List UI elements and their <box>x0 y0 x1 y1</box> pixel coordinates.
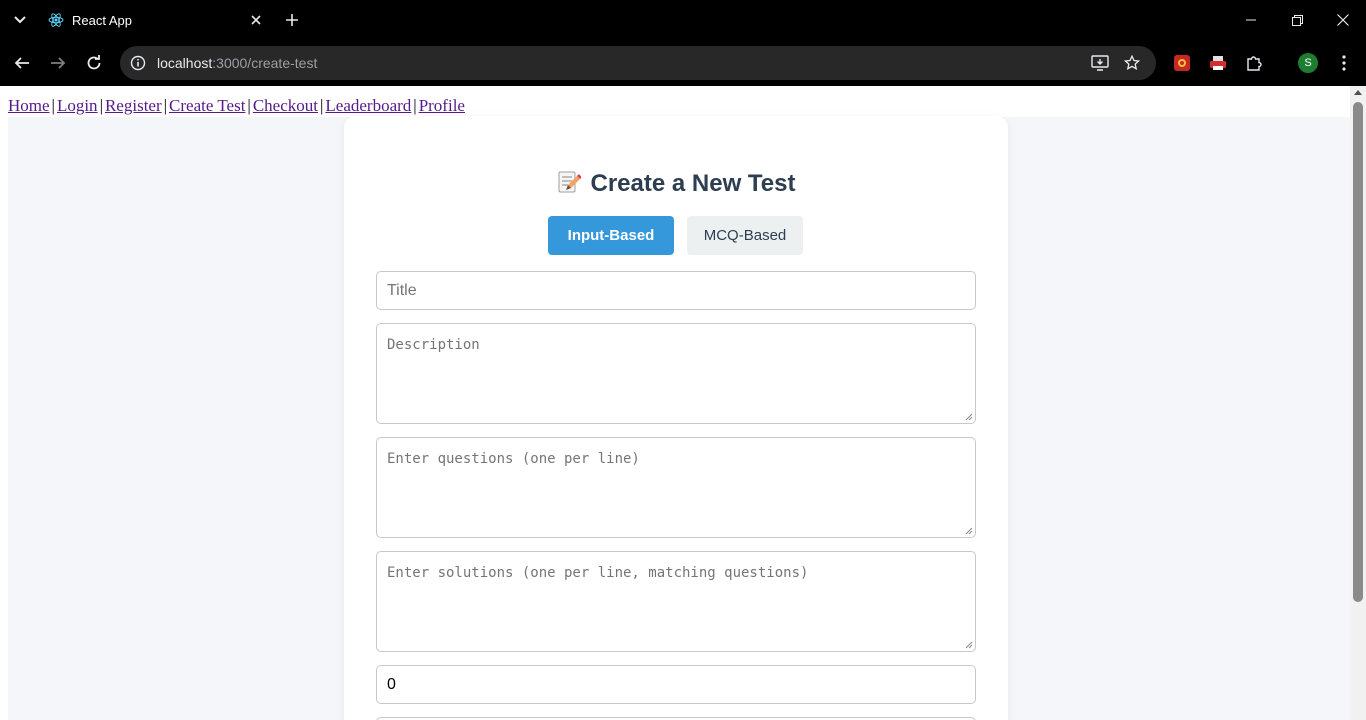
nav-link-login[interactable]: Login <box>57 96 98 115</box>
left-margin <box>0 86 8 720</box>
tab-search-chevron-icon[interactable] <box>8 10 32 30</box>
resize-handle-icon[interactable] <box>965 641 973 649</box>
tab-close-icon[interactable] <box>246 10 266 30</box>
minimize-icon[interactable] <box>1228 4 1274 36</box>
scroll-thumb[interactable] <box>1353 102 1363 602</box>
title-input[interactable]: Title <box>376 271 976 310</box>
create-test-card: Create a New Test Input-Based MCQ-Based … <box>344 116 1008 720</box>
scroll-up-arrow-icon[interactable] <box>1354 90 1362 95</box>
extension-red-icon[interactable] <box>1170 51 1194 75</box>
tab-title: React App <box>72 12 132 28</box>
restore-icon[interactable] <box>1274 4 1320 36</box>
tab-strip: React App <box>0 0 1366 40</box>
number-value: 0 <box>387 676 396 693</box>
solutions-textarea[interactable]: Enter solutions (one per line, matching … <box>376 551 976 652</box>
page-title-text: Create a New Test <box>590 170 796 197</box>
reload-icon[interactable] <box>82 51 106 75</box>
url-text[interactable]: localhost:3000/create-test <box>157 55 317 71</box>
nav-link-checkout[interactable]: Checkout <box>253 96 318 115</box>
browser-tab[interactable]: React App <box>40 4 272 36</box>
site-info-icon[interactable] <box>126 51 150 75</box>
bookmark-star-icon[interactable] <box>1120 51 1144 75</box>
nav-separator: | <box>247 96 251 115</box>
kebab-menu-icon[interactable] <box>1332 51 1356 75</box>
nav-link-leaderboard[interactable]: Leaderboard <box>325 96 411 115</box>
nav-separator: | <box>99 96 103 115</box>
description-placeholder: Description <box>387 337 480 353</box>
new-tab-plus-icon[interactable] <box>280 10 304 30</box>
questions-placeholder: Enter questions (one per line) <box>387 451 640 467</box>
url-path: :3000/create-test <box>212 55 318 71</box>
nav-separator: | <box>163 96 168 115</box>
vertical-scrollbar[interactable] <box>1350 86 1366 720</box>
description-textarea[interactable]: Description <box>376 323 976 424</box>
questions-textarea[interactable]: Enter questions (one per line) <box>376 437 976 538</box>
top-nav: Home | Login | Register | Create Test | Checkout… <box>8 96 465 116</box>
url-host: localhost <box>157 55 213 71</box>
nav-link-home[interactable]: Home <box>8 96 50 115</box>
title-placeholder: Title <box>387 282 417 299</box>
solutions-placeholder: Enter solutions (one per line, matching … <box>387 565 809 581</box>
page-title: Create a New Test <box>344 170 1008 198</box>
install-app-icon[interactable] <box>1088 51 1112 75</box>
nav-separator: | <box>413 96 417 115</box>
page-viewport: Home | Login | Register | Create Test | Checkout… <box>0 86 1366 720</box>
browser-toolbar: localhost:3000/create-test S <box>0 40 1366 86</box>
forward-arrow-icon[interactable] <box>46 51 70 75</box>
mcq-based-button[interactable]: MCQ-Based <box>687 216 803 255</box>
nav-separator: | <box>319 96 324 115</box>
resize-handle-icon[interactable] <box>965 527 973 535</box>
profile-avatar[interactable]: S <box>1298 53 1318 73</box>
nav-separator: | <box>51 96 55 115</box>
nav-link-profile[interactable]: Profile <box>419 96 465 115</box>
back-arrow-icon[interactable] <box>10 51 34 75</box>
react-logo-icon <box>48 12 64 28</box>
nav-link-register[interactable]: Register <box>105 96 162 115</box>
address-bar[interactable]: localhost:3000/create-test <box>120 46 1156 80</box>
resize-handle-icon[interactable] <box>965 413 973 421</box>
extension-printer-icon[interactable] <box>1206 51 1230 75</box>
nav-link-create-test[interactable]: Create Test <box>169 96 245 115</box>
extensions-puzzle-icon[interactable] <box>1242 51 1266 75</box>
input-based-button[interactable]: Input-Based <box>548 216 674 255</box>
number-input[interactable]: 0 <box>376 665 976 704</box>
close-window-icon[interactable] <box>1320 4 1366 36</box>
memo-icon <box>557 170 582 194</box>
